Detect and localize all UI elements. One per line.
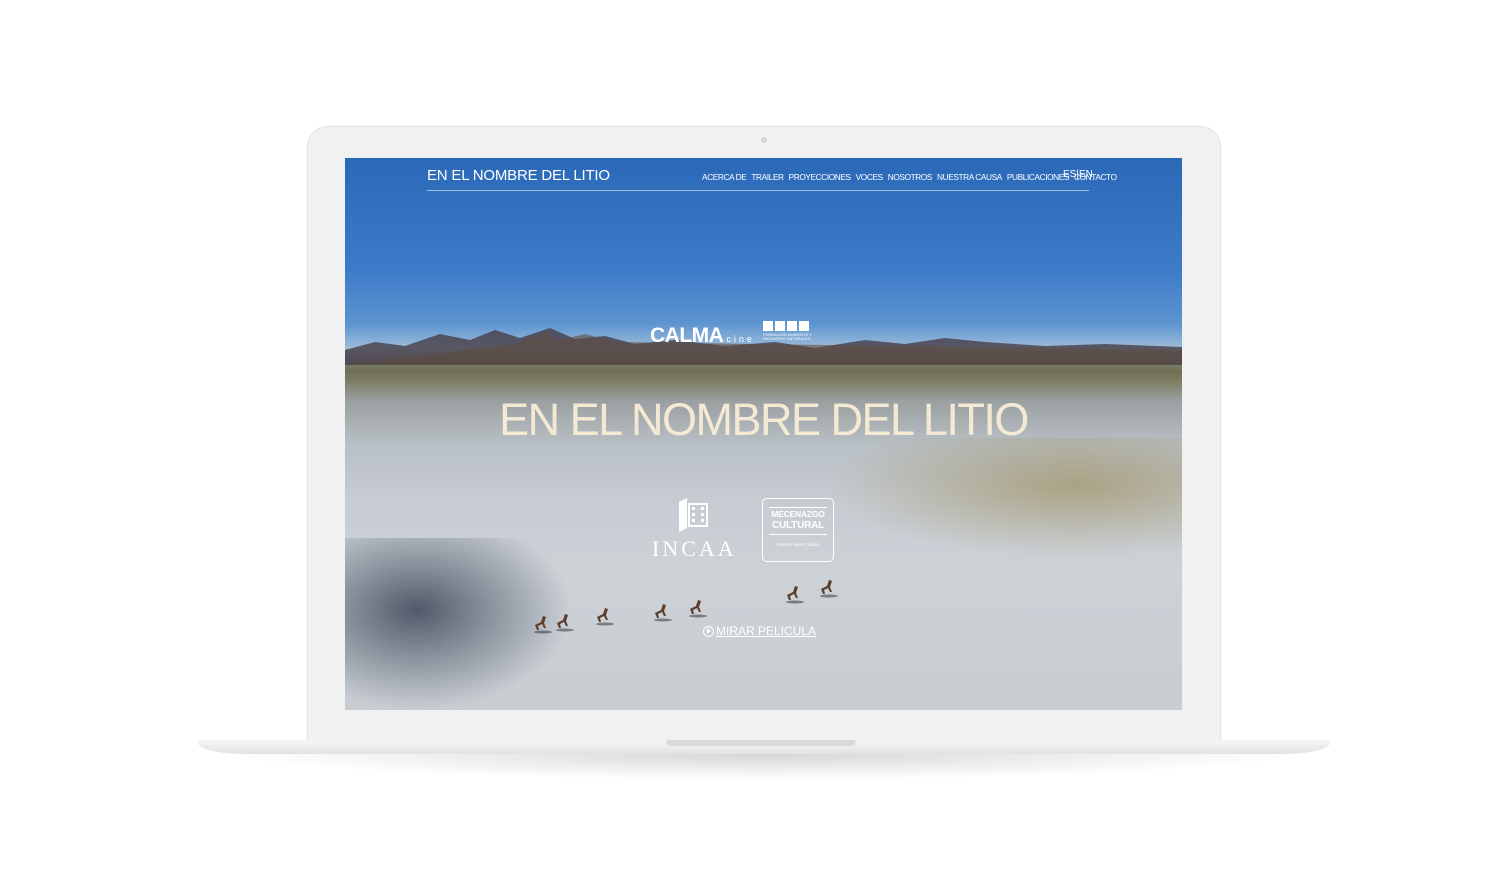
laptop-camera bbox=[761, 137, 767, 143]
laptop-notch bbox=[666, 740, 856, 746]
menu-item-nosotros[interactable]: NOSOTROS bbox=[888, 172, 933, 182]
farn-logo-text: FUNDACIÓN AMBIENTE Y RECURSOS NATURALES bbox=[763, 332, 812, 341]
mecenazgo-line2: CULTURAL bbox=[771, 520, 825, 531]
calma-logo-sub: cine bbox=[726, 334, 755, 344]
laptop-shadow bbox=[230, 754, 1298, 780]
watch-film-label: MIRAR PELICULA bbox=[716, 624, 817, 638]
menu-item-trailer[interactable]: TRAILER bbox=[751, 172, 784, 182]
play-circle-icon bbox=[703, 625, 714, 637]
language-switcher[interactable]: ES|EN bbox=[1063, 169, 1093, 180]
hero-title: EN EL NOMBRE DEL LITIO bbox=[499, 394, 1029, 445]
site-title[interactable]: EN EL NOMBRE DEL LITIO bbox=[427, 167, 610, 184]
farn-logo: FUNDACIÓN AMBIENTE Y RECURSOS NATURALES bbox=[763, 321, 815, 349]
website-screen: EN EL NOMBRE DEL LITIO ACERCA DE TRAILER… bbox=[345, 158, 1182, 710]
farn-logo-mark bbox=[763, 321, 815, 331]
main-menu: ACERCA DE TRAILER PROYECCIONES VOCES NOS… bbox=[702, 172, 1117, 182]
film-frame-icon bbox=[679, 498, 708, 532]
incaa-logo-text: INCAA bbox=[652, 536, 737, 561]
mecenazgo-cultural-logo: MECENAZGO CULTURAL Buenos Aires Ciudad bbox=[762, 498, 834, 562]
ground-tint bbox=[825, 438, 1182, 558]
watch-film-link[interactable]: MIRAR PELICULA bbox=[703, 624, 816, 638]
calma-cine-logo: CALMA cine bbox=[650, 324, 755, 348]
menu-item-publicaciones[interactable]: PUBLICACIONES bbox=[1007, 172, 1070, 182]
menu-item-acerca-de[interactable]: ACERCA DE bbox=[702, 172, 747, 182]
mecenazgo-line3: Buenos Aires Ciudad bbox=[776, 542, 820, 547]
top-nav: EN EL NOMBRE DEL LITIO ACERCA DE TRAILER… bbox=[427, 166, 1117, 191]
incaa-logo: INCAA bbox=[650, 498, 745, 561]
menu-item-voces[interactable]: VOCES bbox=[856, 172, 883, 182]
menu-item-proyecciones[interactable]: PROYECCIONES bbox=[789, 172, 851, 182]
menu-item-nuestra-causa[interactable]: NUESTRA CAUSA bbox=[937, 172, 1002, 182]
calma-logo-main: CALMA bbox=[650, 324, 724, 347]
mecenazgo-line1: MECENAZGO bbox=[771, 509, 825, 519]
